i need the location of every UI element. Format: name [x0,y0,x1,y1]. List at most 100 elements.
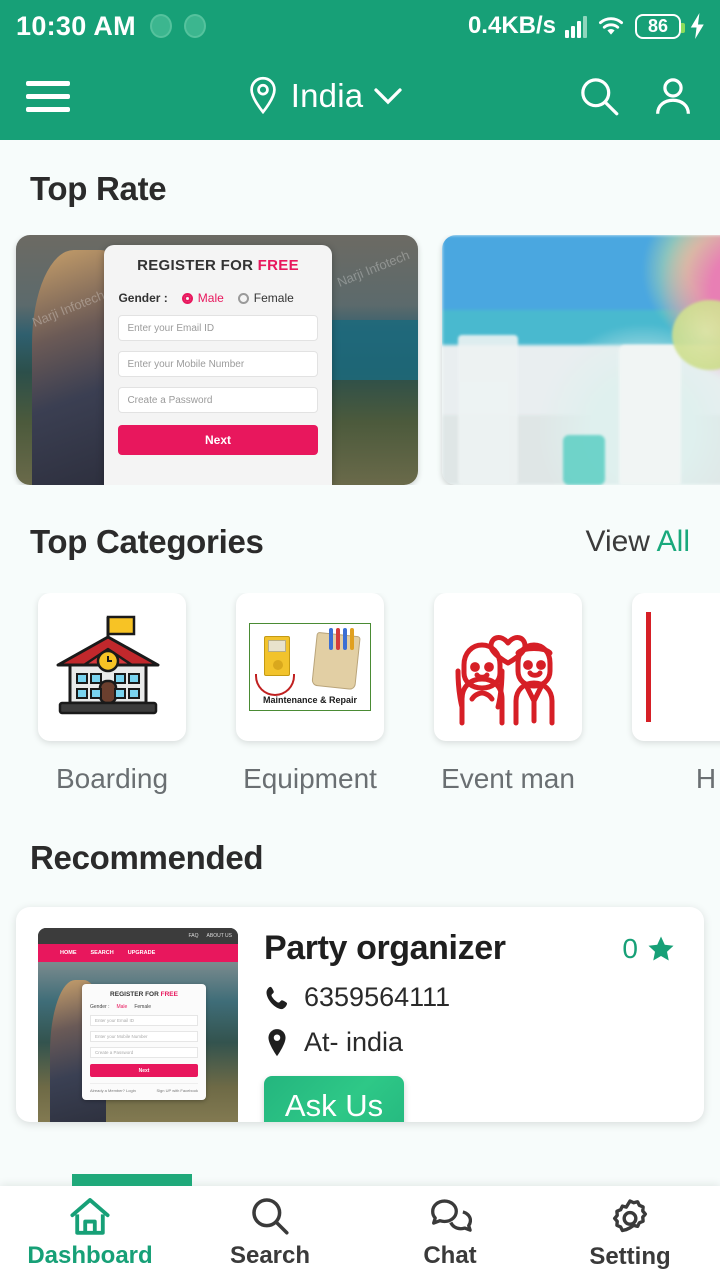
thumb-gender-female: Female [134,1004,151,1010]
gender-female-label: Female [253,291,294,305]
home-icon [70,1198,110,1235]
radio-icon [181,292,193,304]
status-bar-right-icons: 0.4KB/s 86 [468,12,706,40]
battery-icon: 86 [635,13,685,39]
recommended-card[interactable]: FAQ ABOUT US HOME SEARCH UPGRADE REGISTE… [16,907,704,1122]
top-rate-banner-carousel[interactable]: Narji Infotech Narji Infotech REGISTER F… [0,235,720,485]
status-bar: 10:30 AM 0.4KB/s 86 [0,0,720,52]
app-bar: India [0,52,720,140]
gender-label: Gender : [118,291,168,305]
charging-icon [690,13,704,39]
teal-jar-shape [562,435,605,485]
category-label: Event man [441,763,575,794]
gender-male-label: Male [197,291,224,305]
school-building-icon [56,615,160,715]
chat-bubbles-icon [431,1199,472,1232]
thumb-topbar: FAQ ABOUT US [38,928,238,944]
category-tile [434,593,582,741]
category-item-event-man[interactable]: Event man [434,593,582,795]
thumb-nav-upgrade: UPGRADE [127,950,156,956]
thumb-next-button: Next [90,1064,198,1077]
category-label: Equipment [243,763,377,794]
recommended-section-header: Recommended [0,795,720,877]
category-item-boarding[interactable]: Boarding [38,593,186,795]
bottom-navigation-bar: Dashboard Search Chat Setting [0,1174,720,1280]
top-rate-title: Top Rate [30,170,167,207]
banner-register-form[interactable]: Narji Infotech Narji Infotech REGISTER F… [16,235,418,485]
view-label: View [585,525,657,558]
thumb-gender-label: Gender : [90,1004,110,1010]
network-speed-label: 0.4KB/s [467,12,556,39]
categories-carousel[interactable]: Boarding Maintenance & Repair Equipment [0,593,720,795]
thumb-topnav-about: ABOUT US [206,933,232,939]
nav-label: Search [229,1242,311,1269]
status-bar-notification-icons [149,14,206,38]
thumb-nav-search: SEARCH [90,950,114,956]
gender-option-female[interactable]: Female [237,291,294,305]
ask-us-button[interactable]: Ask Us [264,1076,404,1122]
thumb-mobile-field: Enter your Mobile Number [90,1031,198,1042]
top-categories-title: Top Categories [30,523,264,560]
nav-item-chat[interactable]: Chat [360,1186,540,1280]
tools-shape [329,628,354,650]
banner-event-decoration[interactable] [442,235,720,485]
category-tile [632,593,720,741]
provider-phone: 6359564111 [304,982,451,1012]
wifi-icon [599,17,624,35]
category-label: H [695,763,717,794]
hamburger-menu-icon[interactable] [26,80,70,112]
view-all-link[interactable]: View All [585,525,690,559]
signal-icon [565,14,587,38]
gender-option-male[interactable]: Male [181,291,224,305]
notification-dot-icon [183,14,206,38]
radio-icon [237,292,249,304]
maintenance-repair-icon: Maintenance & Repair [249,623,371,711]
wedding-couple-icon [455,635,555,726]
thumb-topnav-faq: FAQ [188,933,199,939]
nav-item-search[interactable]: Search [180,1186,360,1280]
category-item-equipment[interactable]: Maintenance & Repair Equipment [236,593,384,795]
test-lead-shape [255,674,295,696]
nav-item-dashboard[interactable]: Dashboard [0,1174,192,1280]
mobile-placeholder: Enter your Mobile Number [127,358,245,370]
nav-label: Dashboard [27,1242,153,1269]
category-label: Boarding [55,763,169,794]
search-icon[interactable] [578,75,620,117]
search-icon [252,1198,289,1235]
battery-level-label: 86 [647,16,669,36]
all-label: All [656,525,690,558]
next-button[interactable]: Next [118,425,318,455]
chevron-down-icon [374,88,402,105]
user-profile-icon[interactable] [652,75,694,117]
provider-phone-row[interactable]: 6359564111 [264,982,682,1013]
recommended-info: Party organizer 0 6359564111 At- india A… [264,929,682,1122]
thumb-nav-home: HOME [60,950,77,956]
lantern-shape [618,345,681,485]
thumb-email-field: Enter your Email ID [90,1015,198,1026]
mobile-field[interactable]: Enter your Mobile Number [118,351,318,377]
location-selector[interactable]: India [70,76,578,116]
recommended-thumbnail: FAQ ABOUT US HOME SEARCH UPGRADE REGISTE… [38,928,238,1122]
password-field[interactable]: Create a Password [118,387,318,413]
provider-location-row: At- india [264,1027,682,1058]
thumb-gender-male: Male [116,1004,128,1010]
multimeter-shape [264,636,290,676]
maintenance-caption: Maintenance & Repair [262,695,358,705]
top-categories-header: Top Categories View All [0,523,720,561]
star-icon [648,936,674,961]
gender-row: Gender : Male Female [118,291,317,305]
map-pin-icon [268,1028,286,1056]
nav-item-setting[interactable]: Setting [540,1186,720,1280]
thumb-gender-row: Gender : Male Female [90,1004,198,1010]
provider-name: Party organizer [264,929,506,967]
category-item-partial[interactable]: H [632,593,720,795]
register-form-title: REGISTER FOR FREE [118,257,317,274]
map-pin-icon [249,76,276,115]
category-tile: Maintenance & Repair [236,593,384,741]
phone-icon [266,986,288,1009]
thumb-footer-facebook: Sign UP with Facebook [156,1088,198,1093]
thumb-footer-login: Already a Member? Login [90,1088,136,1093]
thumb-title-prefix: REGISTER FOR [110,991,161,998]
thumb-nav: HOME SEARCH UPGRADE [38,944,238,962]
email-field[interactable]: Enter your Email ID [118,315,318,341]
